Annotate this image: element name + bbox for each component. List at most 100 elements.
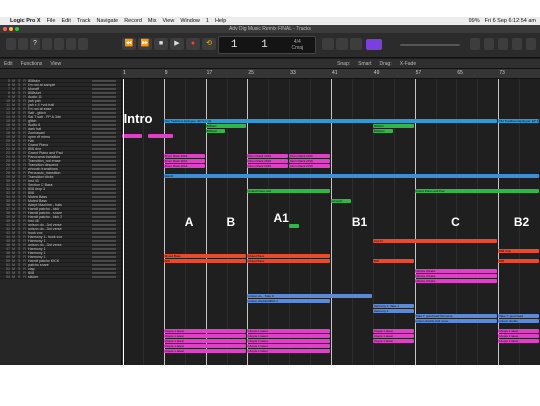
help-button[interactable]: ? [30, 38, 40, 50]
track-volume-fader[interactable] [92, 267, 116, 270]
region[interactable]: Take 7: good lead 3rd verse [414, 314, 498, 318]
region[interactable]: Drum Rack 2019 [247, 154, 289, 158]
region[interactable]: Drum Rack 2019 [247, 159, 289, 163]
track-volume-fader[interactable] [92, 159, 116, 162]
loop-browser-button[interactable] [498, 38, 508, 50]
track-volume-fader[interactable] [92, 175, 116, 178]
region[interactable]: Utopia 1 latest [247, 349, 330, 353]
track-volume-fader[interactable] [92, 235, 116, 238]
track-volume-fader[interactable] [92, 95, 116, 98]
track-volume-fader[interactable] [92, 255, 116, 258]
mixer-button[interactable] [66, 38, 76, 50]
menu-edit[interactable]: Edit [61, 18, 70, 24]
track-volume-fader[interactable] [92, 99, 116, 102]
snap-value[interactable]: Smart [358, 61, 371, 67]
region[interactable]: Utopia 1 latest [247, 334, 330, 338]
track-volume-fader[interactable] [92, 87, 116, 90]
metronome-button[interactable] [350, 38, 362, 50]
menu-navigate[interactable]: Navigate [96, 18, 118, 24]
track-volume-fader[interactable] [92, 195, 116, 198]
region[interactable]: Utopia 1 latest [163, 329, 247, 333]
track-volume-fader[interactable] [92, 147, 116, 150]
region[interactable]: 808 [372, 259, 414, 263]
master-volume-slider[interactable] [400, 44, 460, 46]
region[interactable]: 808 [163, 259, 247, 263]
track-volume-fader[interactable] [92, 203, 116, 206]
region[interactable]: Drum Rack 2019 [163, 154, 205, 158]
arrange-area[interactable]: Old Traditions Epilogue: EP S.1 (2) Old T… [122, 79, 540, 365]
track-volume-fader[interactable] [92, 187, 116, 190]
playhead[interactable] [123, 79, 124, 365]
region[interactable]: 808 [498, 259, 539, 263]
region[interactable]: Harmony 1: Take 1 [372, 304, 414, 308]
region[interactable]: Utopia 1 latest [498, 334, 539, 338]
menu-mix[interactable]: Mix [148, 18, 157, 24]
region[interactable]: 808skrr [205, 124, 247, 128]
track-volume-fader[interactable] [92, 127, 116, 130]
menu-record[interactable]: Record [124, 18, 142, 24]
inspector-button[interactable] [18, 38, 28, 50]
track-volume-fader[interactable] [92, 247, 116, 250]
track-volume-fader[interactable] [92, 231, 116, 234]
region[interactable]: Utopia 1 latest [247, 339, 330, 343]
region[interactable]: Drum Rack 2019 [163, 164, 205, 168]
track-volume-fader[interactable] [92, 103, 116, 106]
track-volume-fader[interactable] [92, 119, 116, 122]
region[interactable]: Drum Rack 2019 [247, 164, 289, 168]
count-in-button[interactable] [336, 38, 348, 50]
track-volume-fader[interactable] [92, 115, 116, 118]
region[interactable]: Grand Piano and Pad [414, 189, 539, 193]
tuner-button[interactable] [322, 38, 334, 50]
track-volume-fader[interactable] [92, 131, 116, 134]
region[interactable]: unison do... Take 9 [247, 294, 372, 298]
track-volume-fader[interactable] [92, 199, 116, 202]
region[interactable]: Drum Rack 2019 [163, 159, 205, 163]
zoom-window-button[interactable] [15, 27, 19, 31]
region[interactable]: Utopia 1 latest [372, 329, 414, 333]
track-volume-fader[interactable] [92, 219, 116, 222]
toolbar-button[interactable] [42, 38, 52, 50]
library-button[interactable] [6, 38, 16, 50]
track-volume-fader[interactable] [92, 263, 116, 266]
track-volume-fader[interactable] [92, 83, 116, 86]
region[interactable]: 808slurt [372, 129, 393, 133]
region[interactable]: Old Traditions Epilogue: EP S.2 (2) [498, 119, 539, 123]
menu-window[interactable]: Window [180, 18, 200, 24]
record-button[interactable]: ● [186, 38, 200, 50]
region[interactable]: whoosh [331, 199, 351, 203]
region[interactable]: Utopia 1 latest [498, 339, 539, 343]
region[interactable]: Muted Bass [247, 259, 330, 263]
edit-menu[interactable]: Edit [4, 61, 13, 67]
play-button[interactable]: ▶ [170, 38, 184, 50]
forward-button[interactable]: ⏩ [138, 38, 152, 50]
track-volume-fader[interactable] [92, 275, 116, 278]
menu-view[interactable]: View [162, 18, 174, 24]
track-volume-fader[interactable] [92, 251, 116, 254]
editors-button[interactable] [78, 38, 88, 50]
region[interactable]: unison doublesMDA.2 [247, 299, 330, 303]
region[interactable]: 808skrr [372, 124, 414, 128]
region[interactable]: Drum Rack 2019 [289, 159, 330, 163]
region[interactable]: Muted Bass [163, 254, 247, 258]
track-volume-fader[interactable] [92, 143, 116, 146]
track-volume-fader[interactable] [92, 171, 116, 174]
region[interactable]: Drum Rack 2019 [289, 154, 330, 158]
region[interactable]: Drum Rack 2019 [289, 164, 330, 168]
track-volume-fader[interactable] [92, 139, 116, 142]
region[interactable]: Utopia 1 latest [163, 339, 247, 343]
region[interactable]: Harrdt [163, 174, 539, 178]
stop-button[interactable]: ■ [154, 38, 168, 50]
track-volume-fader[interactable] [92, 259, 116, 262]
track-volume-fader[interactable] [92, 79, 116, 82]
region[interactable]: Utopia 1 latest [247, 344, 330, 348]
region[interactable] [122, 134, 142, 138]
rewind-button[interactable]: ⏪ [122, 38, 136, 50]
region[interactable]: Utopia 1 latest [498, 329, 539, 333]
region[interactable]: Old Traditions Epilogue: EP S.1 (2) [163, 119, 498, 123]
region[interactable]: Utopia 1 latest [372, 334, 414, 338]
track-volume-fader[interactable] [92, 179, 116, 182]
track-volume-fader[interactable] [92, 155, 116, 158]
menu-file[interactable]: File [47, 18, 56, 24]
clock[interactable]: Fri 6 Sep 6:12:54 am [485, 18, 536, 24]
region[interactable]: unison double 2nd verse [414, 319, 498, 323]
